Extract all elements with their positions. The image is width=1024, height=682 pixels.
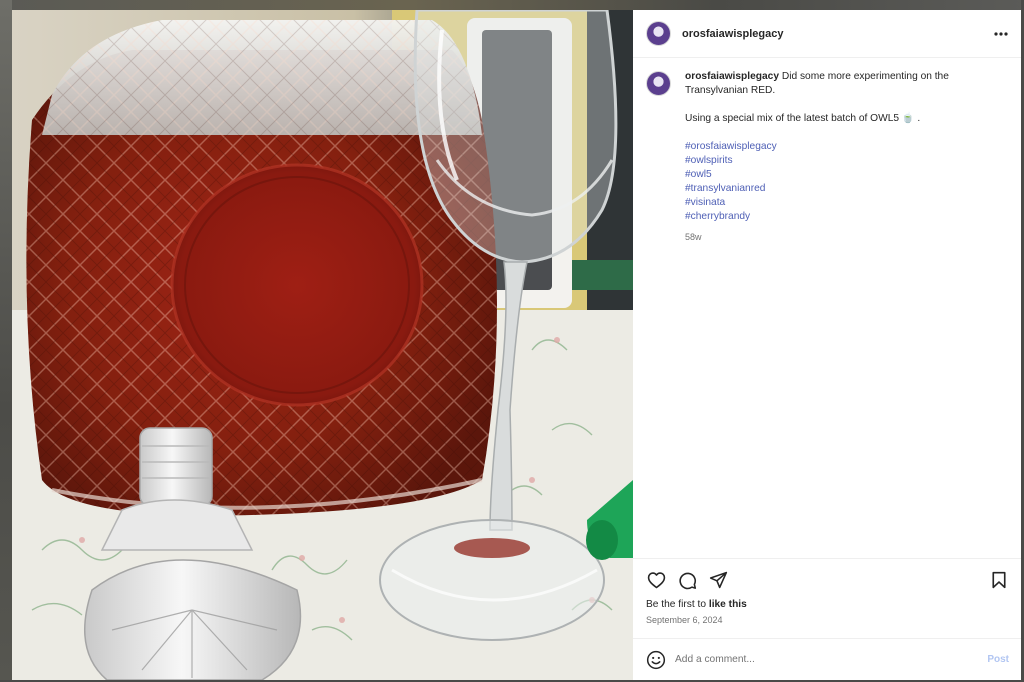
hashtag-link[interactable]: #cherrybrandy xyxy=(685,210,1009,224)
likes-prefix: Be the first to xyxy=(646,599,709,610)
caption-avatar[interactable] xyxy=(646,71,671,96)
comment-input[interactable] xyxy=(675,654,980,665)
caption-line-1: Did some more experimenting on the xyxy=(781,71,949,82)
dimmed-background[interactable] xyxy=(0,0,1024,10)
hashtag-link[interactable]: #transylvanianred xyxy=(685,182,1009,196)
caption-line-3: Using a special mix of the latest batch … xyxy=(685,113,921,124)
photo-illustration xyxy=(12,10,633,680)
avatar[interactable] xyxy=(646,21,671,46)
post-photo[interactable] xyxy=(12,10,633,680)
more-horizontal-icon[interactable] xyxy=(993,26,1009,42)
comments-section[interactable]: orosfaiawisplegacy Did some more experim… xyxy=(633,58,1021,558)
comment-form: Post xyxy=(633,638,1021,680)
caption-username[interactable]: orosfaiawisplegacy xyxy=(685,71,779,82)
heart-icon[interactable] xyxy=(646,570,666,590)
likes-summary: Be the first to like this xyxy=(646,599,1009,610)
action-bar: Be the first to like this September 6, 2… xyxy=(633,558,1021,638)
post-details-panel: orosfaiawisplegacy orosfaiawisplegacy Di… xyxy=(633,10,1021,680)
hashtag-link[interactable]: #owl5 xyxy=(685,168,1009,182)
hashtag-link[interactable]: #orosfaiawisplegacy xyxy=(685,140,1009,154)
comment-bubble-icon[interactable] xyxy=(677,570,697,590)
post-age[interactable]: 58w xyxy=(685,230,1009,244)
like-this-link[interactable]: like this xyxy=(709,599,747,610)
post-header: orosfaiawisplegacy xyxy=(633,10,1021,58)
hashtag-link[interactable]: #owlspirits xyxy=(685,154,1009,168)
paper-plane-icon[interactable] xyxy=(708,570,728,590)
smiley-icon[interactable] xyxy=(646,650,666,670)
action-buttons xyxy=(646,569,1009,591)
caption-text: orosfaiawisplegacy Did some more experim… xyxy=(685,70,1009,244)
caption-line-2: Transylvanian RED. xyxy=(685,85,776,96)
caption: orosfaiawisplegacy Did some more experim… xyxy=(646,70,1009,244)
header-username[interactable]: orosfaiawisplegacy xyxy=(682,28,784,40)
post-date[interactable]: September 6, 2024 xyxy=(646,615,1009,625)
post-comment-button[interactable]: Post xyxy=(987,654,1009,665)
hashtag-link[interactable]: #visinata xyxy=(685,196,1009,210)
dimmed-background-left[interactable] xyxy=(0,0,12,682)
bookmark-icon[interactable] xyxy=(989,570,1009,590)
